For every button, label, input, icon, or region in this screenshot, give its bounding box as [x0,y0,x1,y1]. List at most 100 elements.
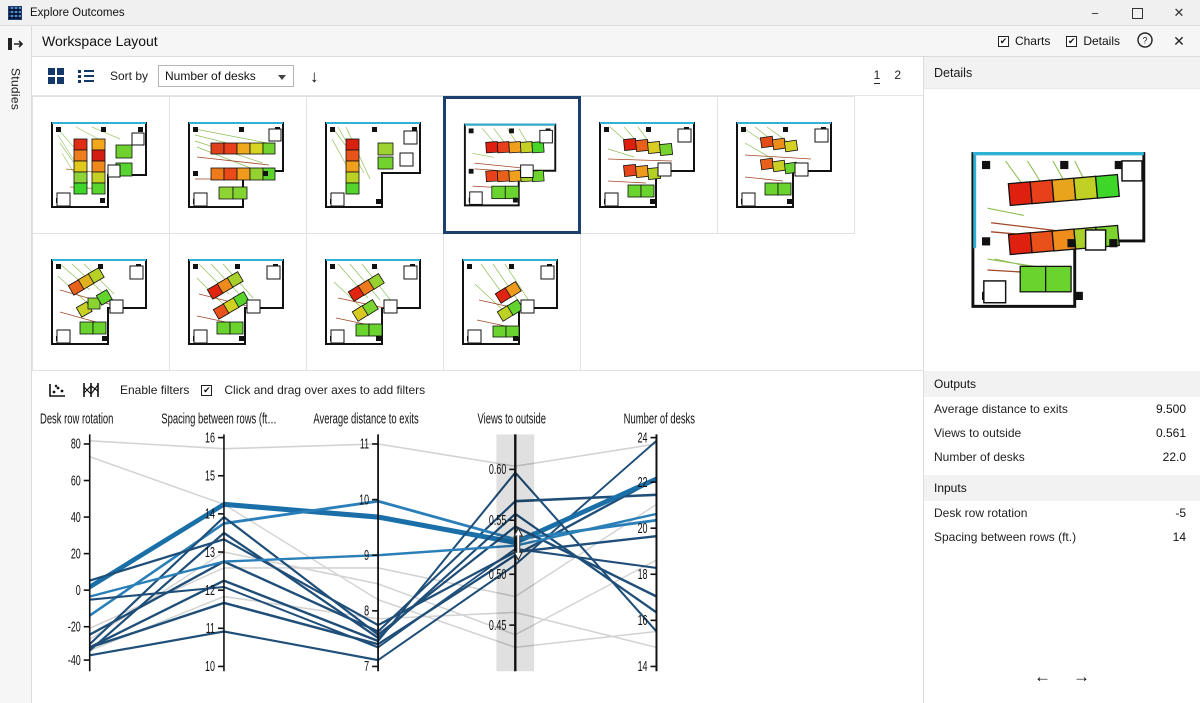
parallel-coordinates-icon[interactable] [80,380,102,400]
details-checkbox[interactable]: ✔ [1066,35,1078,47]
thumbnail-option-8[interactable] [168,232,307,371]
results-toolbar: Sort by Number of desks ↓ 1 2 [32,57,923,96]
svg-text:9: 9 [364,547,369,564]
axis-desk-row-rotation[interactable]: 80 60 40 20 0 -20 -40 [68,434,91,672]
window-titlebar: Explore Outcomes − ✕ [0,0,1200,26]
axis-label-1: Desk row rotation [40,410,113,427]
thumbnail-option-3[interactable] [305,95,444,234]
window-title: Explore Outcomes [30,6,125,19]
details-preview [924,89,1200,371]
list-view-icon[interactable] [76,66,96,86]
thumbnail-option-10[interactable] [442,232,581,371]
thumbnail-option-5[interactable] [579,95,718,234]
svg-text:14: 14 [205,505,215,522]
thumbnail-option-1[interactable] [31,95,170,234]
close-button[interactable]: ✕ [1158,0,1200,26]
output-row-1: Average distance to exits 9.500 [924,397,1200,421]
input-label-2: Spacing between rows (ft.) [934,530,1077,544]
sort-by-select[interactable]: Number of desks [158,65,295,87]
grid-view-icon[interactable] [46,66,66,86]
inputs-section-header: Inputs [924,475,1200,501]
svg-text:0.50: 0.50 [489,566,507,583]
axis-views-to-outside[interactable]: 0.60 0.55 0.50 0.45 [489,434,535,672]
output-label-3: Number of desks [934,450,1025,464]
page-title: Workspace Layout [42,33,158,49]
content-area: Sort by Number of desks ↓ 1 2 Enable fil… [31,57,1200,703]
sort-by-label: Sort by [110,69,149,83]
thumbnail-option-4[interactable] [442,95,581,234]
output-value-2: 0.561 [1155,426,1186,440]
enable-filters-checkbox[interactable]: ✔ [201,384,213,396]
input-value-1: -5 [1175,506,1186,520]
app-icon [8,5,22,20]
panel-header-actions: ✔ Charts ✔ Details ? ✕ [997,31,1190,51]
svg-text:13: 13 [205,544,215,561]
panel-close-icon[interactable]: ✕ [1170,33,1188,50]
main-area: Sort by Number of desks ↓ 1 2 Enable fil… [31,57,924,703]
svg-text:24: 24 [638,429,648,446]
thumbnail-option-9[interactable] [305,232,444,371]
page-1-button[interactable]: 1 [873,68,881,84]
pc-svg[interactable]: Desk row rotation Spacing between rows (… [40,409,915,703]
charts-checkbox[interactable]: ✔ [997,35,1009,47]
axis-spacing-between-rows[interactable]: 16 15 14 13 12 11 10 [205,429,225,675]
input-value-2: 14 [1172,530,1186,544]
scatter-plot-icon[interactable] [46,380,68,400]
svg-text:16: 16 [205,429,215,446]
svg-text:20: 20 [638,520,648,537]
svg-text:0.60: 0.60 [489,461,507,478]
svg-text:0.45: 0.45 [489,617,507,634]
outputs-section-header: Outputs [924,371,1200,397]
input-row-1: Desk row rotation -5 [924,501,1200,525]
thumbnail-option-7[interactable] [31,232,170,371]
toggle-details[interactable]: ✔ Details [1066,34,1120,48]
output-label-2: Views to outside [934,426,1022,440]
parallel-coordinates-chart[interactable]: Desk row rotation Spacing between rows (… [32,409,923,703]
svg-text:16: 16 [638,612,648,629]
studies-rail[interactable]: Studies [0,26,32,703]
chevron-down-icon [278,75,287,80]
toggle-charts[interactable]: ✔ Charts [997,34,1051,48]
charts-label: Charts [1014,34,1051,48]
sort-direction-icon[interactable]: ↓ [310,68,319,85]
page-2-button[interactable]: 2 [894,68,901,84]
panel-expand-icon[interactable] [6,34,26,54]
svg-text:8: 8 [364,602,369,619]
thumbnail-grid-wrap [31,95,923,371]
axis-label-5: Number of desks [624,410,695,427]
output-row-2: Views to outside 0.561 [924,421,1200,445]
filters-hint: Click and drag over axes to add filters [224,383,426,397]
thumbnail-option-2[interactable] [168,95,307,234]
svg-text:22: 22 [638,474,648,491]
window-controls: − ✕ [1074,0,1200,26]
svg-text:14: 14 [638,658,648,675]
svg-text:-40: -40 [68,652,81,669]
svg-text:0: 0 [76,582,81,599]
svg-text:12: 12 [205,582,215,599]
details-label: Details [1083,34,1120,48]
svg-text:?: ? [1142,35,1147,45]
svg-text:11: 11 [360,436,370,453]
output-row-3: Number of desks 22.0 [924,445,1200,469]
next-option-button[interactable]: → [1073,667,1090,687]
svg-text:18: 18 [638,566,648,583]
svg-text:10: 10 [205,658,215,675]
help-icon[interactable]: ? [1136,31,1154,51]
thumbnail-option-6[interactable] [716,95,855,234]
minimize-button[interactable]: − [1074,0,1116,26]
input-label-1: Desk row rotation [934,506,1028,520]
data-lines [89,439,657,662]
maximize-button[interactable] [1116,0,1158,26]
chart-toolbar: Enable filters ✔ Click and drag over axe… [32,371,923,409]
input-row-2: Spacing between rows (ft.) 14 [924,525,1200,549]
app-frame: Studies Workspace Layout ✔ Charts ✔ Deta… [0,26,1200,703]
chart-section: Enable filters ✔ Click and drag over axe… [32,370,923,703]
svg-text:40: 40 [71,509,81,526]
svg-text:7: 7 [364,658,369,675]
panel-header: Workspace Layout ✔ Charts ✔ Details ? ✕ [32,26,1200,57]
thumbnail-grid [31,95,923,371]
axis-number-of-desks[interactable]: 24 22 20 18 16 14 [638,429,658,675]
details-navigation: ← → [924,667,1200,703]
selected-layout-preview [971,152,1146,308]
previous-option-button[interactable]: ← [1034,667,1051,687]
